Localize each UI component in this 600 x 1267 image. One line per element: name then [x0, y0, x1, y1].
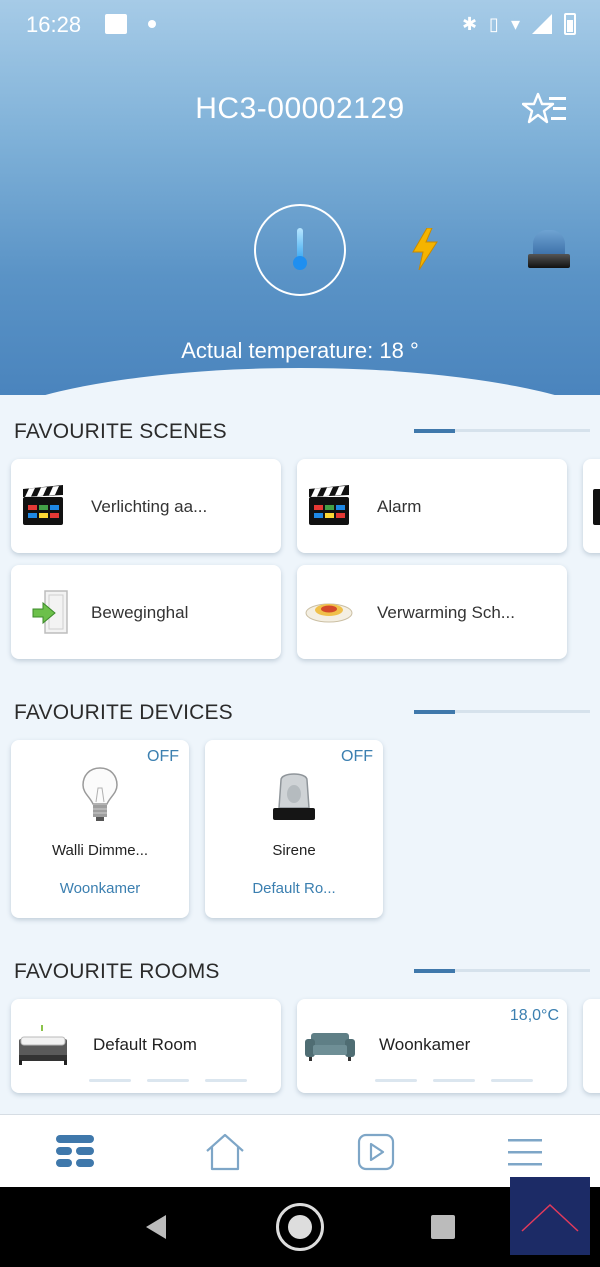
- devices-section-title: FAVOURITE DEVICES: [14, 701, 233, 724]
- recents-icon[interactable]: [431, 1215, 455, 1239]
- nav-menu-button[interactable]: [502, 1129, 548, 1175]
- play-scene-icon: [357, 1133, 395, 1171]
- scene-card[interactable]: Beweginghal: [11, 565, 281, 659]
- home-icon[interactable]: [276, 1203, 324, 1251]
- pasta-plate-icon: [305, 603, 353, 623]
- clapperboard-icon: [593, 489, 600, 525]
- room-indicator-bars: [89, 1079, 247, 1082]
- chevron-up-icon: [521, 1203, 579, 1232]
- actual-temperature-value: 18 °: [379, 338, 419, 363]
- back-icon[interactable]: [146, 1215, 166, 1239]
- status-time: 16:28: [26, 12, 82, 37]
- sofa-icon: [305, 1033, 355, 1061]
- hamburger-menu-icon: [508, 1139, 542, 1166]
- room-card[interactable]: Default Room: [11, 999, 281, 1093]
- signal-icon: [532, 14, 552, 34]
- nav-dashboard-button[interactable]: [52, 1129, 98, 1175]
- house-icon: [206, 1133, 244, 1171]
- actual-temperature: Actual temperature: 18 °: [0, 338, 600, 364]
- dashboard-icon: [56, 1135, 94, 1167]
- bluetooth-icon: ✱: [461, 14, 478, 34]
- devices-pager: [414, 709, 590, 714]
- scroll-to-top-button[interactable]: [510, 1177, 590, 1255]
- scene-card[interactable]: Verlichting aa...: [11, 459, 281, 553]
- scene-card-partial[interactable]: [583, 459, 600, 553]
- bed-icon: [19, 1025, 67, 1065]
- nav-home-button[interactable]: [202, 1129, 248, 1175]
- page-title: HC3-00002129: [195, 92, 405, 125]
- device-room: Default Ro...: [252, 880, 336, 897]
- battery-icon: [564, 13, 576, 35]
- status-bar: 16:28 ✱ ▯ ▾: [0, 0, 600, 50]
- room-card[interactable]: Woonkamer 18,0°C: [297, 999, 567, 1093]
- clapperboard-icon: [23, 485, 63, 525]
- light-bulb-icon: [82, 767, 118, 821]
- scene-label: Verlichting aa...: [91, 497, 208, 516]
- actual-temperature-label: Actual temperature:: [181, 338, 374, 363]
- star-list-icon: [521, 92, 566, 124]
- rooms-pager: [414, 968, 590, 973]
- energy-bolt-icon[interactable]: [410, 228, 440, 270]
- device-state[interactable]: OFF: [147, 748, 179, 766]
- scene-label: Verwarming Sch...: [377, 603, 515, 622]
- scenes-pager: [414, 428, 590, 433]
- room-card-partial[interactable]: [583, 999, 600, 1093]
- room-indicator-bars: [375, 1079, 533, 1082]
- alarm-siren-base: [528, 254, 570, 268]
- wifi-icon: ▾: [510, 14, 520, 34]
- vibrate-icon: ▯: [489, 14, 499, 34]
- scene-label: Alarm: [377, 497, 422, 516]
- room-name: Default Room: [93, 1035, 197, 1054]
- clapperboard-icon: [309, 485, 349, 525]
- device-name: Walli Dimme...: [51, 842, 149, 859]
- header: 16:28 ✱ ▯ ▾ HC3-00002129 Actual temperat…: [0, 0, 600, 395]
- scene-label: Beweginghal: [91, 603, 189, 622]
- dot-icon: [148, 20, 156, 28]
- thermometer-bulb: [293, 256, 307, 270]
- device-card[interactable]: OFF Sirene Default Ro...: [205, 740, 383, 918]
- status-icons: ✱ ▯ ▾: [462, 12, 576, 36]
- favourites-list-button[interactable]: [521, 92, 568, 126]
- scenes-section-title: FAVOURITE SCENES: [14, 420, 227, 443]
- header-wave: [0, 368, 600, 395]
- siren-icon: [273, 773, 315, 820]
- scene-card[interactable]: Verwarming Sch...: [297, 565, 567, 659]
- device-room: Woonkamer: [59, 880, 141, 897]
- device-state[interactable]: OFF: [341, 748, 373, 766]
- nav-scenes-button[interactable]: [353, 1129, 399, 1175]
- room-name: Woonkamer: [379, 1035, 471, 1054]
- room-temperature: 18,0°C: [509, 1007, 559, 1024]
- device-card[interactable]: OFF Walli Dimme... Woonkamer: [11, 740, 189, 918]
- door-arrow-icon: [32, 590, 68, 634]
- scene-card[interactable]: Alarm: [297, 459, 567, 553]
- rooms-section-title: FAVOURITE ROOMS: [14, 960, 220, 983]
- image-icon: [105, 14, 127, 34]
- device-name: Sirene: [272, 842, 316, 859]
- alarm-siren-icon[interactable]: [533, 230, 565, 256]
